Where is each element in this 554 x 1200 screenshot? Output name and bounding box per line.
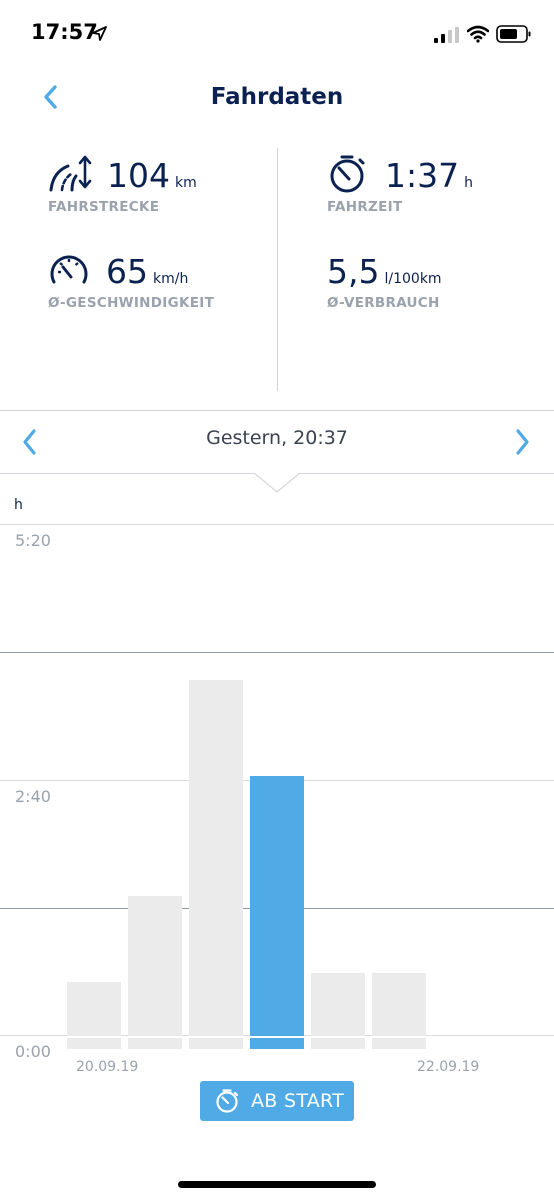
distance-value: 104 km xyxy=(107,156,197,195)
road-icon xyxy=(49,155,92,192)
selector-notch xyxy=(254,472,300,493)
bar-baseline-gap xyxy=(311,1036,365,1038)
chevron-right-icon xyxy=(516,429,529,455)
speed-unit: km/h xyxy=(153,271,189,287)
battery-icon xyxy=(496,25,531,43)
status-bar: 17:57 xyxy=(0,0,554,64)
x-tick-label: 20.09.19 xyxy=(76,1059,139,1075)
consumption-value: 5,5 l/100km xyxy=(327,252,442,291)
next-day-button[interactable] xyxy=(508,425,538,459)
distance-label: FAHRSTRECKE xyxy=(48,199,160,215)
y-tick-label: 2:40 xyxy=(15,787,51,806)
bar-baseline-gap xyxy=(189,1036,243,1038)
bar-baseline-gap xyxy=(67,1036,121,1038)
bar[interactable] xyxy=(128,896,182,1049)
chart-gridline xyxy=(0,524,554,525)
bar-baseline-gap xyxy=(128,1036,182,1038)
bar[interactable] xyxy=(67,982,121,1049)
stats-divider xyxy=(277,148,278,391)
duration-label: FAHRZEIT xyxy=(327,199,403,215)
speed-value: 65 km/h xyxy=(106,252,189,291)
chart-gridline xyxy=(0,652,554,653)
chart-unit-label: h xyxy=(14,497,23,513)
stopwatch-icon xyxy=(216,1089,239,1113)
date-label: Gestern, 20:37 xyxy=(206,427,348,449)
signal-icon xyxy=(434,27,459,43)
y-tick-label: 0:00 xyxy=(15,1042,51,1061)
consumption-label: Ø-VERBRAUCH xyxy=(327,295,440,311)
home-indicator xyxy=(178,1181,376,1188)
bar-selected[interactable] xyxy=(250,776,304,1049)
duration-unit: h xyxy=(464,175,473,191)
y-tick-label: 5:20 xyxy=(15,531,51,550)
page-title: Fahrdaten xyxy=(210,84,344,110)
distance-unit: km xyxy=(175,175,197,191)
consumption-unit: l/100km xyxy=(384,271,442,287)
speed-label: Ø-GESCHWINDIGKEIT xyxy=(48,295,215,311)
location-arrow-icon xyxy=(92,26,107,41)
duration-value: 1:37 h xyxy=(385,156,473,195)
status-time: 17:57 xyxy=(31,20,98,44)
date-selector: Gestern, 20:37 xyxy=(0,410,554,474)
ab-start-label: AB START xyxy=(251,1090,345,1112)
speedometer-icon xyxy=(50,255,88,284)
bar-baseline-gap xyxy=(250,1036,304,1038)
stopwatch-icon xyxy=(330,155,365,193)
bar-baseline-gap xyxy=(372,1036,426,1038)
x-tick-label: 22.09.19 xyxy=(417,1059,480,1075)
ab-start-button[interactable]: AB START xyxy=(200,1081,354,1121)
wifi-icon xyxy=(467,25,489,43)
bar[interactable] xyxy=(189,680,243,1049)
